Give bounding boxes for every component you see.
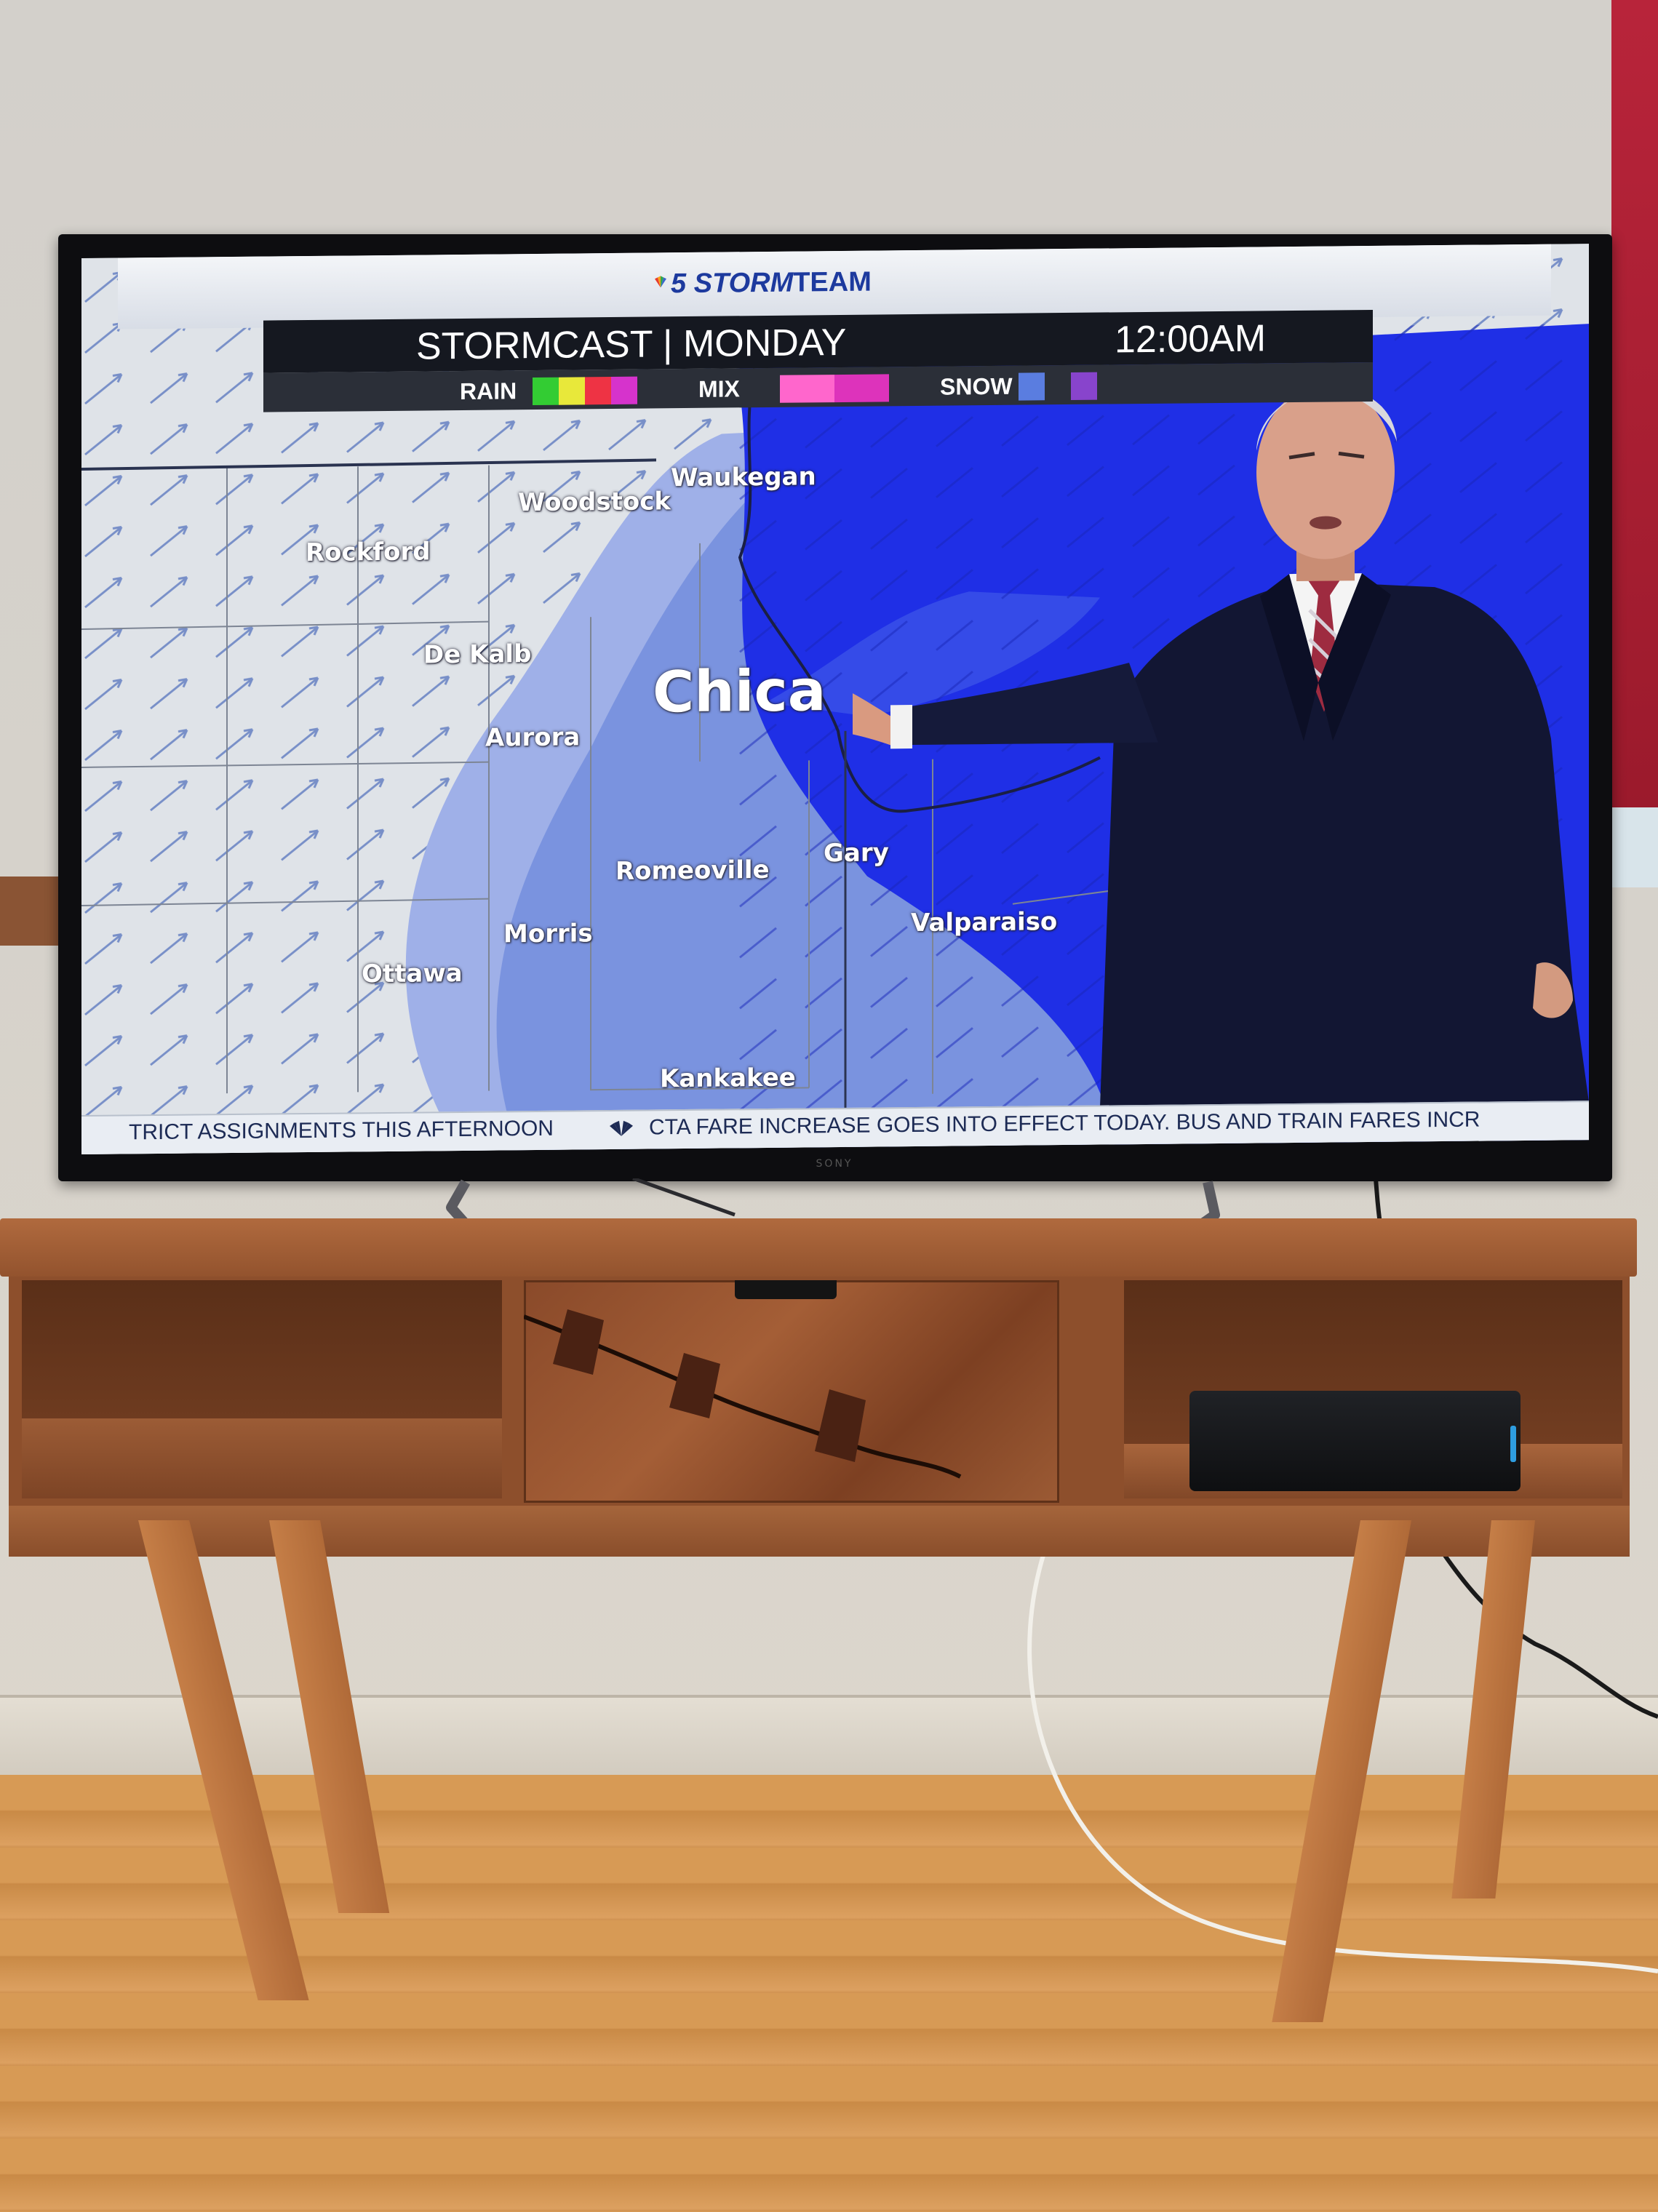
console-shelf-left [22,1418,502,1498]
poster-edge [1604,807,1658,887]
city-label-romeoville: Romeoville [615,855,770,886]
device-status-light [1510,1426,1516,1462]
tv-screen: Waukegan Woodstock Rockford De Kalb Chic… [81,244,1589,1154]
nbc-peacock-icon [655,276,666,288]
city-label-waukegan: Waukegan [671,462,816,493]
stormcast-title: STORMCAST | MONDAY [416,321,847,368]
nbc-peacock-icon [610,1120,633,1136]
legend-snow-swatch [1019,372,1045,401]
legend-mix-swatch [834,374,889,403]
city-label-chicago: Chica [653,658,826,726]
drawer-pull[interactable] [735,1280,837,1299]
city-label-rockford: Rockford [306,537,431,568]
poster [1611,0,1658,807]
console-top [0,1218,1637,1277]
city-label-gary: Gary [824,838,889,869]
city-label-de-kalb: De Kalb [423,639,532,670]
ticker-text-left: TRICT ASSIGNMENTS THIS AFTERNOON [129,1116,554,1145]
city-label-aurora: Aurora [485,722,581,753]
city-label-ottawa: Ottawa [362,958,463,989]
legend-rain-swatch [559,377,585,405]
legend-rain-swatch [611,376,637,405]
city-label-kankakee: Kankakee [660,1063,796,1094]
city-label-woodstock: Woodstock [518,487,671,518]
stormteam-logo: 5 STORMTEAM [671,266,872,300]
legend-rain-label: RAIN [460,378,517,405]
legend-mix-label: MIX [698,375,740,402]
legend-mix-swatch [780,375,834,403]
drawer-butterfly-joints [524,1309,962,1479]
legend-snow-label: SNOW [940,372,1013,400]
legend-snow-swatch [1071,372,1097,400]
weather-presenter [853,384,1589,1107]
tv-brand-logo: SONY [816,1158,853,1170]
legend-rain-swatch [585,377,611,405]
city-label-valparaiso: Valparaiso [911,907,1058,938]
legend-rain-swatch [533,377,559,406]
city-label-morris: Morris [503,919,593,949]
forecast-time: 12:00AM [1115,317,1267,362]
streaming-device [1189,1391,1521,1491]
